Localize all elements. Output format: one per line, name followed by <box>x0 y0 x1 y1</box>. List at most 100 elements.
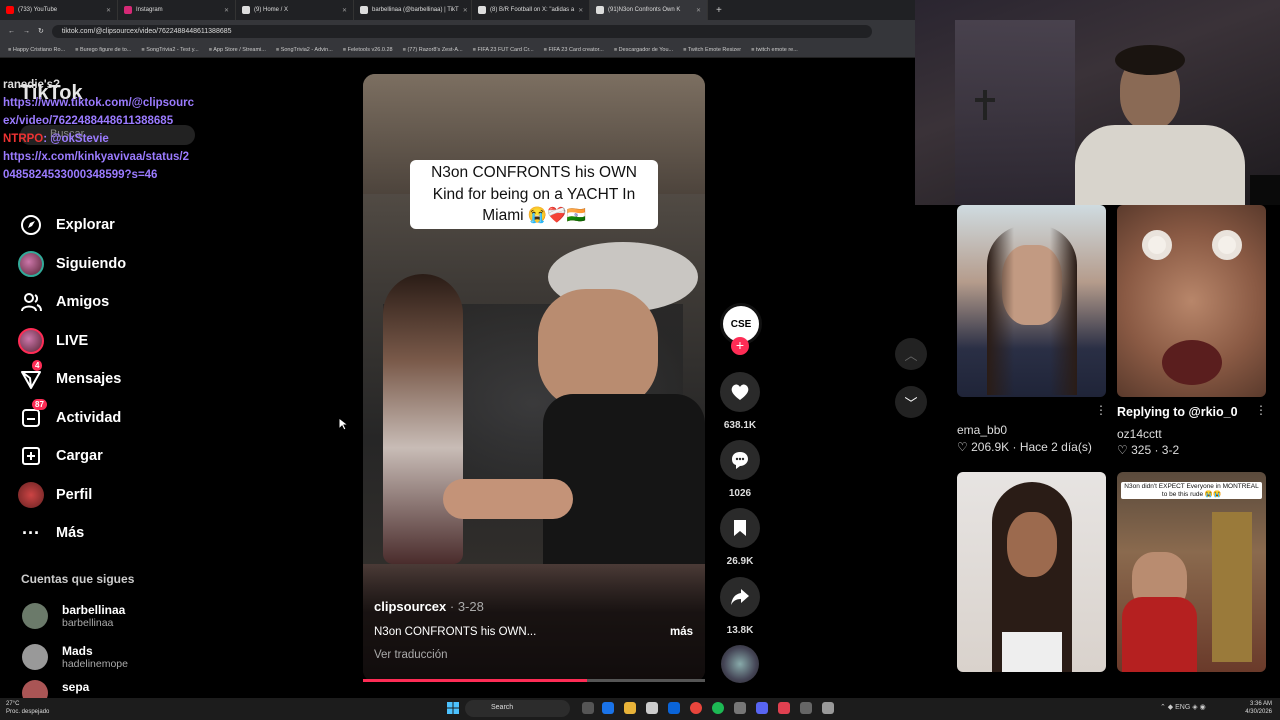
upload-icon <box>18 443 44 469</box>
following-account[interactable]: barbellinaa barbellinaa <box>22 598 192 634</box>
mail-icon[interactable] <box>668 702 680 714</box>
sidebar-item-siguiendo[interactable]: Siguiendo <box>18 245 198 284</box>
next-video-button[interactable]: ﹀ <box>895 386 927 418</box>
following-account[interactable]: Mads hadelinemope <box>22 639 192 675</box>
heart-icon[interactable] <box>720 372 760 412</box>
music-icon[interactable] <box>778 702 790 714</box>
thumb-statue <box>1212 512 1252 662</box>
bookmark[interactable]: twitch emote re... <box>751 47 798 53</box>
bookmark[interactable]: Feletools v26.0.28 <box>343 47 393 53</box>
sidebar-item-mas[interactable]: ··· Más <box>18 514 198 553</box>
sidebar-item-amigos[interactable]: Amigos <box>18 283 198 322</box>
bookmark[interactable]: (77) Razor8's Zest-A... <box>403 47 462 53</box>
video-thumbnail[interactable]: N3on didn't EXPECT Everyone in MONTREAL … <box>1117 472 1266 672</box>
windows-start-icon[interactable] <box>447 702 459 714</box>
taskbar-search[interactable]: Search <box>465 700 570 717</box>
sidebar-item-perfil[interactable]: Perfil <box>18 476 198 515</box>
browser-tab[interactable]: (733) YouTube ✕ <box>0 0 118 20</box>
weather-widget[interactable]: 27°C Proc. despejado <box>6 700 49 716</box>
back-icon[interactable]: ← <box>8 28 15 35</box>
close-tab-icon[interactable]: ✕ <box>578 7 583 14</box>
folder-icon[interactable] <box>624 702 636 714</box>
comment-count: 1026 <box>728 488 752 499</box>
close-tab-icon[interactable]: ✕ <box>224 7 229 14</box>
more-button[interactable]: más <box>670 626 693 638</box>
settings-icon[interactable] <box>734 702 746 714</box>
chat-mention: : @okStevie <box>43 133 109 145</box>
translate-link[interactable]: Ver traducción <box>374 649 693 661</box>
app-icon[interactable] <box>800 702 812 714</box>
bookmark[interactable]: Burego figure de to... <box>75 47 131 53</box>
sidebar-item-actividad[interactable]: 87 Actividad <box>18 398 198 438</box>
thumb-face <box>1007 512 1057 577</box>
bookmark[interactable]: Twitch Emote Resizer <box>683 47 741 53</box>
close-tab-icon[interactable]: ✕ <box>106 7 111 14</box>
video-title[interactable]: Replying to @rkio_0 <box>1117 405 1238 419</box>
tiktok-icon <box>360 6 368 14</box>
sidebar-item-live[interactable]: LIVE <box>18 322 198 361</box>
bookmark[interactable]: FIFA 23 FUT Card Cr... <box>473 47 533 53</box>
bookmark[interactable]: Happy Cristiano Ro... <box>8 47 65 53</box>
chrome-icon[interactable] <box>690 702 702 714</box>
chevron-down-icon: ﹀ <box>904 395 918 411</box>
video-progress-bar[interactable] <box>363 679 705 682</box>
reload-icon[interactable]: ↻ <box>38 27 44 35</box>
related-videos-panel: ⋮ ema_bb0 ♡ 206.9K · Hace 2 día(s) ⋮ Rep… <box>943 205 1280 698</box>
music-disc-icon[interactable] <box>721 645 759 683</box>
close-tab-icon[interactable]: ✕ <box>696 7 701 14</box>
store-icon[interactable] <box>646 702 658 714</box>
spotify-icon[interactable] <box>712 702 724 714</box>
system-clock[interactable]: 3:36 AM 4/30/2026 <box>1245 700 1272 716</box>
forward-icon[interactable]: → <box>23 28 30 35</box>
share-action[interactable]: 13.8K <box>720 577 760 636</box>
bookmark[interactable]: Descargador de You... <box>614 47 673 53</box>
browser-tab[interactable]: barbellinaa (@barbellinaa) | TikT ✕ <box>354 0 472 20</box>
sidebar-item-explorar[interactable]: Explorar <box>18 206 198 245</box>
thumb-jacket <box>1122 597 1197 672</box>
new-tab-button[interactable]: + <box>708 5 730 16</box>
video-thumbnail[interactable] <box>1117 205 1266 397</box>
browser-tab-active[interactable]: (91)N3on Confronts Own K ✕ <box>590 0 708 20</box>
activity-icon: 87 <box>18 398 47 431</box>
video-author[interactable]: oz14cctt <box>1117 427 1162 441</box>
obs-icon[interactable] <box>822 702 834 714</box>
sidebar-item-cargar[interactable]: Cargar <box>18 437 198 476</box>
video-thumbnail[interactable] <box>957 472 1106 672</box>
video-person-right <box>543 394 705 564</box>
video-author[interactable]: clipsourcex · 3-28 <box>374 599 693 614</box>
url-field[interactable]: tiktok.com/@clipsourcex/video/7622488448… <box>51 24 872 38</box>
comment-icon[interactable] <box>720 440 760 480</box>
bookmark[interactable]: SongTrivia2 - Test y... <box>141 47 198 53</box>
browser-tab[interactable]: (8) B/R Football on X: "adidas a ✕ <box>472 0 590 20</box>
more-options-icon[interactable]: ⋮ <box>1095 403 1107 417</box>
comment-action[interactable]: 1026 <box>720 440 760 499</box>
close-tab-icon[interactable]: ✕ <box>463 7 468 14</box>
system-tray[interactable]: ⌃ ◆ ENG ◈ ◉ <box>1160 703 1206 711</box>
close-tab-icon[interactable]: ✕ <box>342 7 347 14</box>
more-options-icon[interactable]: ⋮ <box>1255 403 1267 417</box>
share-icon[interactable] <box>720 577 760 617</box>
cross-icon <box>983 90 987 120</box>
bookmark-icon[interactable] <box>720 508 760 548</box>
mouse-cursor-icon <box>338 417 348 431</box>
bookmark[interactable]: FIFA 23 Card creator... <box>544 47 603 53</box>
bookmark[interactable]: SongTrivia2 - Advin... <box>276 47 333 53</box>
browser-tab[interactable]: (9) Home / X ✕ <box>236 0 354 20</box>
browser-tab[interactable]: Instagram ✕ <box>118 0 236 20</box>
follow-button[interactable]: + <box>731 337 749 355</box>
edge-icon[interactable] <box>602 702 614 714</box>
task-view-icon[interactable] <box>582 702 594 714</box>
previous-video-button[interactable]: ︿ <box>895 338 927 370</box>
video-author[interactable]: ema_bb0 <box>957 423 1007 437</box>
following-account[interactable]: sepa <box>22 680 192 698</box>
chat-link: https://www.tiktok.com/@clipsourc <box>3 97 194 109</box>
video-handshake <box>443 479 573 519</box>
like-action[interactable]: 638.1K <box>720 372 760 431</box>
video-thumbnail[interactable] <box>957 205 1106 397</box>
chevron-up-icon: ︿ <box>904 347 918 363</box>
sidebar-item-mensajes[interactable]: 4 Mensajes <box>18 360 198 399</box>
avatar-ring-icon <box>18 250 44 277</box>
discord-icon[interactable] <box>756 702 768 714</box>
bookmark[interactable]: App Store / Streami... <box>209 47 266 53</box>
save-action[interactable]: 26.9K <box>720 508 760 567</box>
